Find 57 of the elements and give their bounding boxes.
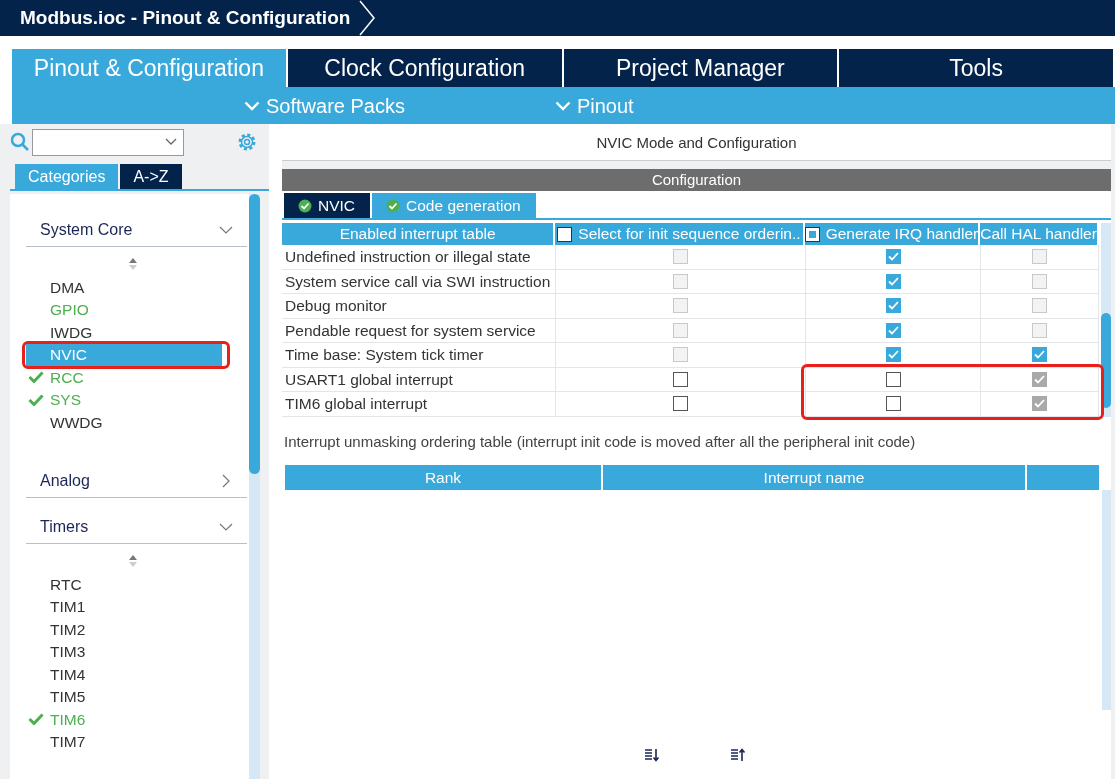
tab[interactable]: Tools — [839, 49, 1113, 87]
checkbox[interactable] — [673, 396, 688, 412]
sidebar-item[interactable]: TIM1 — [26, 595, 227, 619]
chevron-down-icon — [554, 100, 571, 111]
checkbox[interactable] — [885, 347, 901, 363]
sidebar-item[interactable]: DMA — [26, 276, 227, 299]
table-cell: TIM6 global interrupt — [282, 392, 556, 416]
sidebar-item[interactable]: TIM2 — [26, 618, 227, 641]
sidebar-item[interactable]: RTC — [26, 573, 227, 596]
chevron-down-icon — [244, 100, 260, 111]
caret-icon[interactable] — [165, 138, 177, 146]
sidebar-item[interactable]: TIM4 — [26, 663, 227, 686]
checkbox[interactable] — [673, 371, 688, 387]
scrollbar[interactable] — [1101, 223, 1111, 417]
table-cell: Pendable request for system service — [282, 318, 556, 342]
checkbox[interactable] — [1032, 347, 1047, 363]
sidebar-item[interactable]: TIM7 — [26, 730, 227, 754]
tab[interactable]: NVIC — [284, 193, 371, 218]
sidebar-item[interactable]: WWDG — [26, 411, 227, 434]
table-cell: Time base: System tick timer — [282, 343, 556, 367]
table-cell: Debug monitor — [282, 294, 556, 318]
section-header: Configuration — [282, 169, 1111, 191]
tab[interactable]: A->Z — [120, 164, 182, 189]
category-header[interactable]: Timers — [26, 511, 247, 545]
check-circle-icon — [298, 198, 312, 213]
check-circle-icon — [386, 198, 401, 213]
table-cell: USART1 global interrupt — [282, 367, 556, 391]
checkbox[interactable] — [885, 298, 901, 314]
category-header[interactable]: System Core — [26, 214, 247, 247]
search-icon[interactable] — [10, 132, 30, 152]
tab[interactable]: Project Manager — [563, 49, 838, 87]
table-cell: Undefined instruction or illegal state — [282, 245, 556, 269]
checkbox[interactable] — [885, 249, 901, 265]
table-caption: Interrupt unmasking ordering table (interrupt init code is moved after all the peripheral init code) — [284, 431, 917, 452]
scrollbar[interactable] — [249, 194, 260, 779]
checkbox[interactable] — [885, 322, 901, 338]
search-field[interactable] — [32, 128, 184, 156]
sidebar-item[interactable]: TIM5 — [26, 685, 227, 709]
window-title: Modbus.ioc - Pinout & Configuration — [19, 5, 352, 30]
checkbox[interactable] — [557, 226, 573, 242]
checkbox[interactable] — [885, 371, 901, 387]
sidebar-item[interactable]: TIM3 — [26, 640, 227, 664]
checkbox[interactable] — [804, 226, 820, 242]
scrollbar[interactable] — [1102, 490, 1111, 710]
settings-icon[interactable] — [236, 131, 258, 153]
scroll-arrows-icon — [128, 257, 138, 271]
chevron-down-icon[interactable] — [219, 522, 233, 533]
chevron-down-icon[interactable] — [219, 225, 233, 235]
panel-title: NVIC Mode and Configuration — [282, 124, 1111, 161]
table-cell: System service call via SWI instruction — [282, 269, 556, 293]
checkbox[interactable] — [885, 396, 901, 412]
tab[interactable]: Clock Configuration — [287, 49, 562, 87]
sidebar-item[interactable]: IWDG — [26, 321, 227, 344]
category-header[interactable]: Analog — [26, 465, 247, 499]
breadcrumb-chevron-icon — [358, 0, 377, 36]
scroll-arrows-icon — [128, 554, 138, 569]
checkbox[interactable] — [885, 273, 901, 289]
